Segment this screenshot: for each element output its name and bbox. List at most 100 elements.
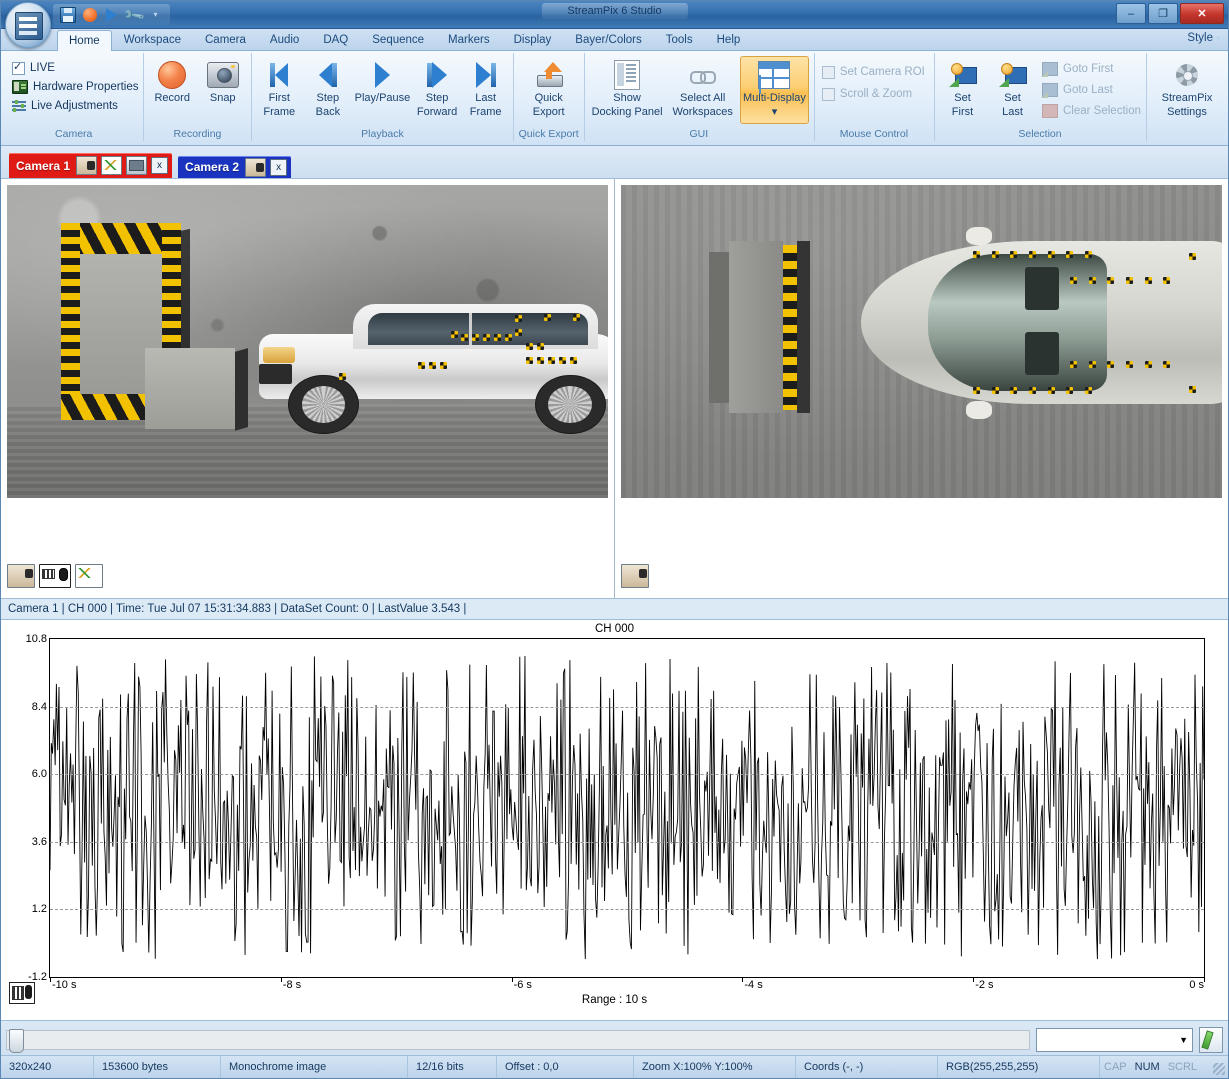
link-icon <box>689 59 716 91</box>
camera-icon[interactable] <box>621 564 649 588</box>
docking-panel-icon <box>614 59 641 91</box>
docking-panel-label-2: Docking Panel <box>591 105 663 118</box>
camera-2-panel[interactable] <box>615 179 1228 598</box>
docking-panel-label-1: Show <box>613 92 641 104</box>
tab-home[interactable]: Home <box>57 30 112 51</box>
last-frame-label-2: Frame <box>469 105 502 118</box>
close-icon[interactable]: x <box>151 157 169 174</box>
tab-help[interactable]: Help <box>705 29 753 50</box>
camera-tab-bar: Camera 1 x Camera 2 x <box>1 146 1228 179</box>
close-button[interactable]: ✕ <box>1180 3 1224 24</box>
save-button[interactable] <box>58 5 77 24</box>
scroll-and-zoom-checkbox[interactable]: Scroll & Zoom <box>819 85 912 103</box>
graph-icon[interactable] <box>101 156 123 175</box>
video-display-area <box>1 179 1228 598</box>
ribbon-group-playback: First Frame Step Back Play/Pause Step Fo… <box>252 53 515 141</box>
group-title-mouse-control: Mouse Control <box>839 128 909 140</box>
play-pause-button[interactable]: Play/Pause <box>354 56 412 123</box>
tab-workspace[interactable]: Workspace <box>112 29 193 50</box>
ribbon-toolbar: LIVE Hardware Properties Live Adjustment… <box>1 51 1228 146</box>
chart-x-tick: -4 s <box>744 979 763 991</box>
streampix-settings-button[interactable]: StreamPix Settings <box>1151 56 1223 123</box>
hardware-properties-button[interactable]: Hardware Properties <box>9 78 138 96</box>
tab-daq[interactable]: DAQ <box>311 29 360 50</box>
record-icon <box>82 7 97 22</box>
marker-combo-box[interactable]: ▼ <box>1036 1027 1193 1052</box>
camera-2-label: Camera 2 <box>185 160 240 174</box>
maximize-button[interactable]: ❐ <box>1148 3 1178 24</box>
select-all-workspaces-label-2: Workspaces <box>672 105 733 118</box>
scroll-and-zoom-label: Scroll & Zoom <box>839 88 913 100</box>
live-adjustments-button[interactable]: Live Adjustments <box>9 97 118 115</box>
application-menu-button[interactable] <box>5 2 51 48</box>
set-camera-roi-checkbox[interactable]: Set Camera ROI <box>819 63 925 81</box>
tools-button[interactable]: 🔧 <box>122 3 145 26</box>
close-icon[interactable]: x <box>270 158 288 176</box>
title-bar: 🔧 ▾ StreamPix 6 Studio – ❐ ✕ <box>1 1 1228 48</box>
chart-x-tickmark <box>973 977 975 982</box>
play-button[interactable] <box>102 5 121 24</box>
camera-1-panel[interactable] <box>1 179 615 598</box>
camera-2-view[interactable] <box>621 185 1222 498</box>
group-title-gui: GUI <box>689 128 709 140</box>
graph-icon[interactable] <box>75 564 103 588</box>
chevron-down-icon: ▼ <box>1179 1034 1188 1045</box>
goto-first-button[interactable]: Goto First <box>1039 60 1141 78</box>
crash-test-top-view-image <box>621 185 1222 498</box>
style-selector[interactable]: Style ▾ <box>1187 32 1220 44</box>
quick-export-button[interactable]: Quick Export <box>521 56 577 123</box>
checkbox-icon <box>821 65 835 79</box>
group-title-camera: Camera <box>55 128 93 140</box>
chart-plot-area[interactable]: 10.8 8.4 6.0 3.6 1.2 -1.2 -10 s -8 s -6 s -4 s -2 … <box>26 633 1205 991</box>
chart-y-tick: 10.8 <box>25 633 47 645</box>
tab-audio[interactable]: Audio <box>258 29 311 50</box>
first-frame-label-2: Frame <box>263 105 296 118</box>
last-frame-button[interactable]: Last Frame <box>463 56 509 123</box>
display-icon[interactable] <box>126 156 148 175</box>
tab-tools[interactable]: Tools <box>654 29 705 50</box>
step-back-label-2: Back <box>315 105 341 118</box>
goto-last-label: Goto Last <box>1063 84 1113 96</box>
camera-icon[interactable] <box>245 157 267 177</box>
tab-display[interactable]: Display <box>502 29 564 50</box>
step-back-icon <box>318 59 337 91</box>
minimize-button[interactable]: – <box>1116 3 1146 24</box>
camera-tab-camera-2[interactable]: Camera 2 x <box>178 156 292 178</box>
first-frame-button[interactable]: First Frame <box>256 56 302 123</box>
keyboard-mouse-icon[interactable] <box>39 564 71 588</box>
snap-button[interactable]: Snap <box>199 56 247 123</box>
step-forward-button[interactable]: Step Forward <box>414 56 460 123</box>
record-button[interactable] <box>80 5 99 24</box>
resize-grip-icon[interactable] <box>1213 1063 1225 1075</box>
edit-pencil-button[interactable] <box>1199 1026 1223 1053</box>
select-all-workspaces-button[interactable]: Select All Workspaces <box>668 56 737 123</box>
hardware-properties-label: Hardware Properties <box>33 81 139 93</box>
daq-chart-panel[interactable]: CH 000 10.8 8.4 6.0 3.6 1.2 -1.2 -10 s -8 s -6 s… <box>1 620 1228 1020</box>
camera-icon[interactable] <box>76 156 98 175</box>
frame-slider-thumb[interactable] <box>9 1028 24 1053</box>
settings-wrench-icon <box>1173 59 1201 91</box>
record-button[interactable]: Record <box>148 56 196 123</box>
keyboard-mouse-icon[interactable] <box>9 982 35 1004</box>
tab-markers[interactable]: Markers <box>436 29 502 50</box>
step-back-button[interactable]: Step Back <box>305 56 351 123</box>
live-checkbox[interactable]: LIVE <box>9 59 55 77</box>
tab-sequence[interactable]: Sequence <box>360 29 436 50</box>
multi-display-button[interactable]: Multi-Display ▾ <box>740 56 809 124</box>
goto-last-button[interactable]: Goto Last <box>1039 81 1141 99</box>
set-first-button[interactable]: Set First <box>939 56 986 123</box>
customize-qat-button[interactable]: ▾ <box>146 5 165 24</box>
show-docking-panel-button[interactable]: Show Docking Panel <box>589 56 665 123</box>
crash-test-side-view-image <box>7 185 608 498</box>
camera-icon[interactable] <box>7 564 35 588</box>
set-last-button[interactable]: Set Last <box>989 56 1036 123</box>
camera-tab-camera-1[interactable]: Camera 1 x <box>9 153 173 178</box>
camera-1-view[interactable] <box>7 185 608 498</box>
playback-slider-row: ▼ <box>1 1020 1228 1058</box>
frame-slider[interactable] <box>6 1028 1030 1053</box>
clear-selection-button[interactable]: Clear Selection <box>1039 102 1141 120</box>
tab-bayer-colors[interactable]: Bayer/Colors <box>563 29 653 50</box>
set-last-label-1: Set <box>1004 92 1021 104</box>
tab-camera[interactable]: Camera <box>193 29 258 50</box>
group-title-selection: Selection <box>1018 128 1062 140</box>
